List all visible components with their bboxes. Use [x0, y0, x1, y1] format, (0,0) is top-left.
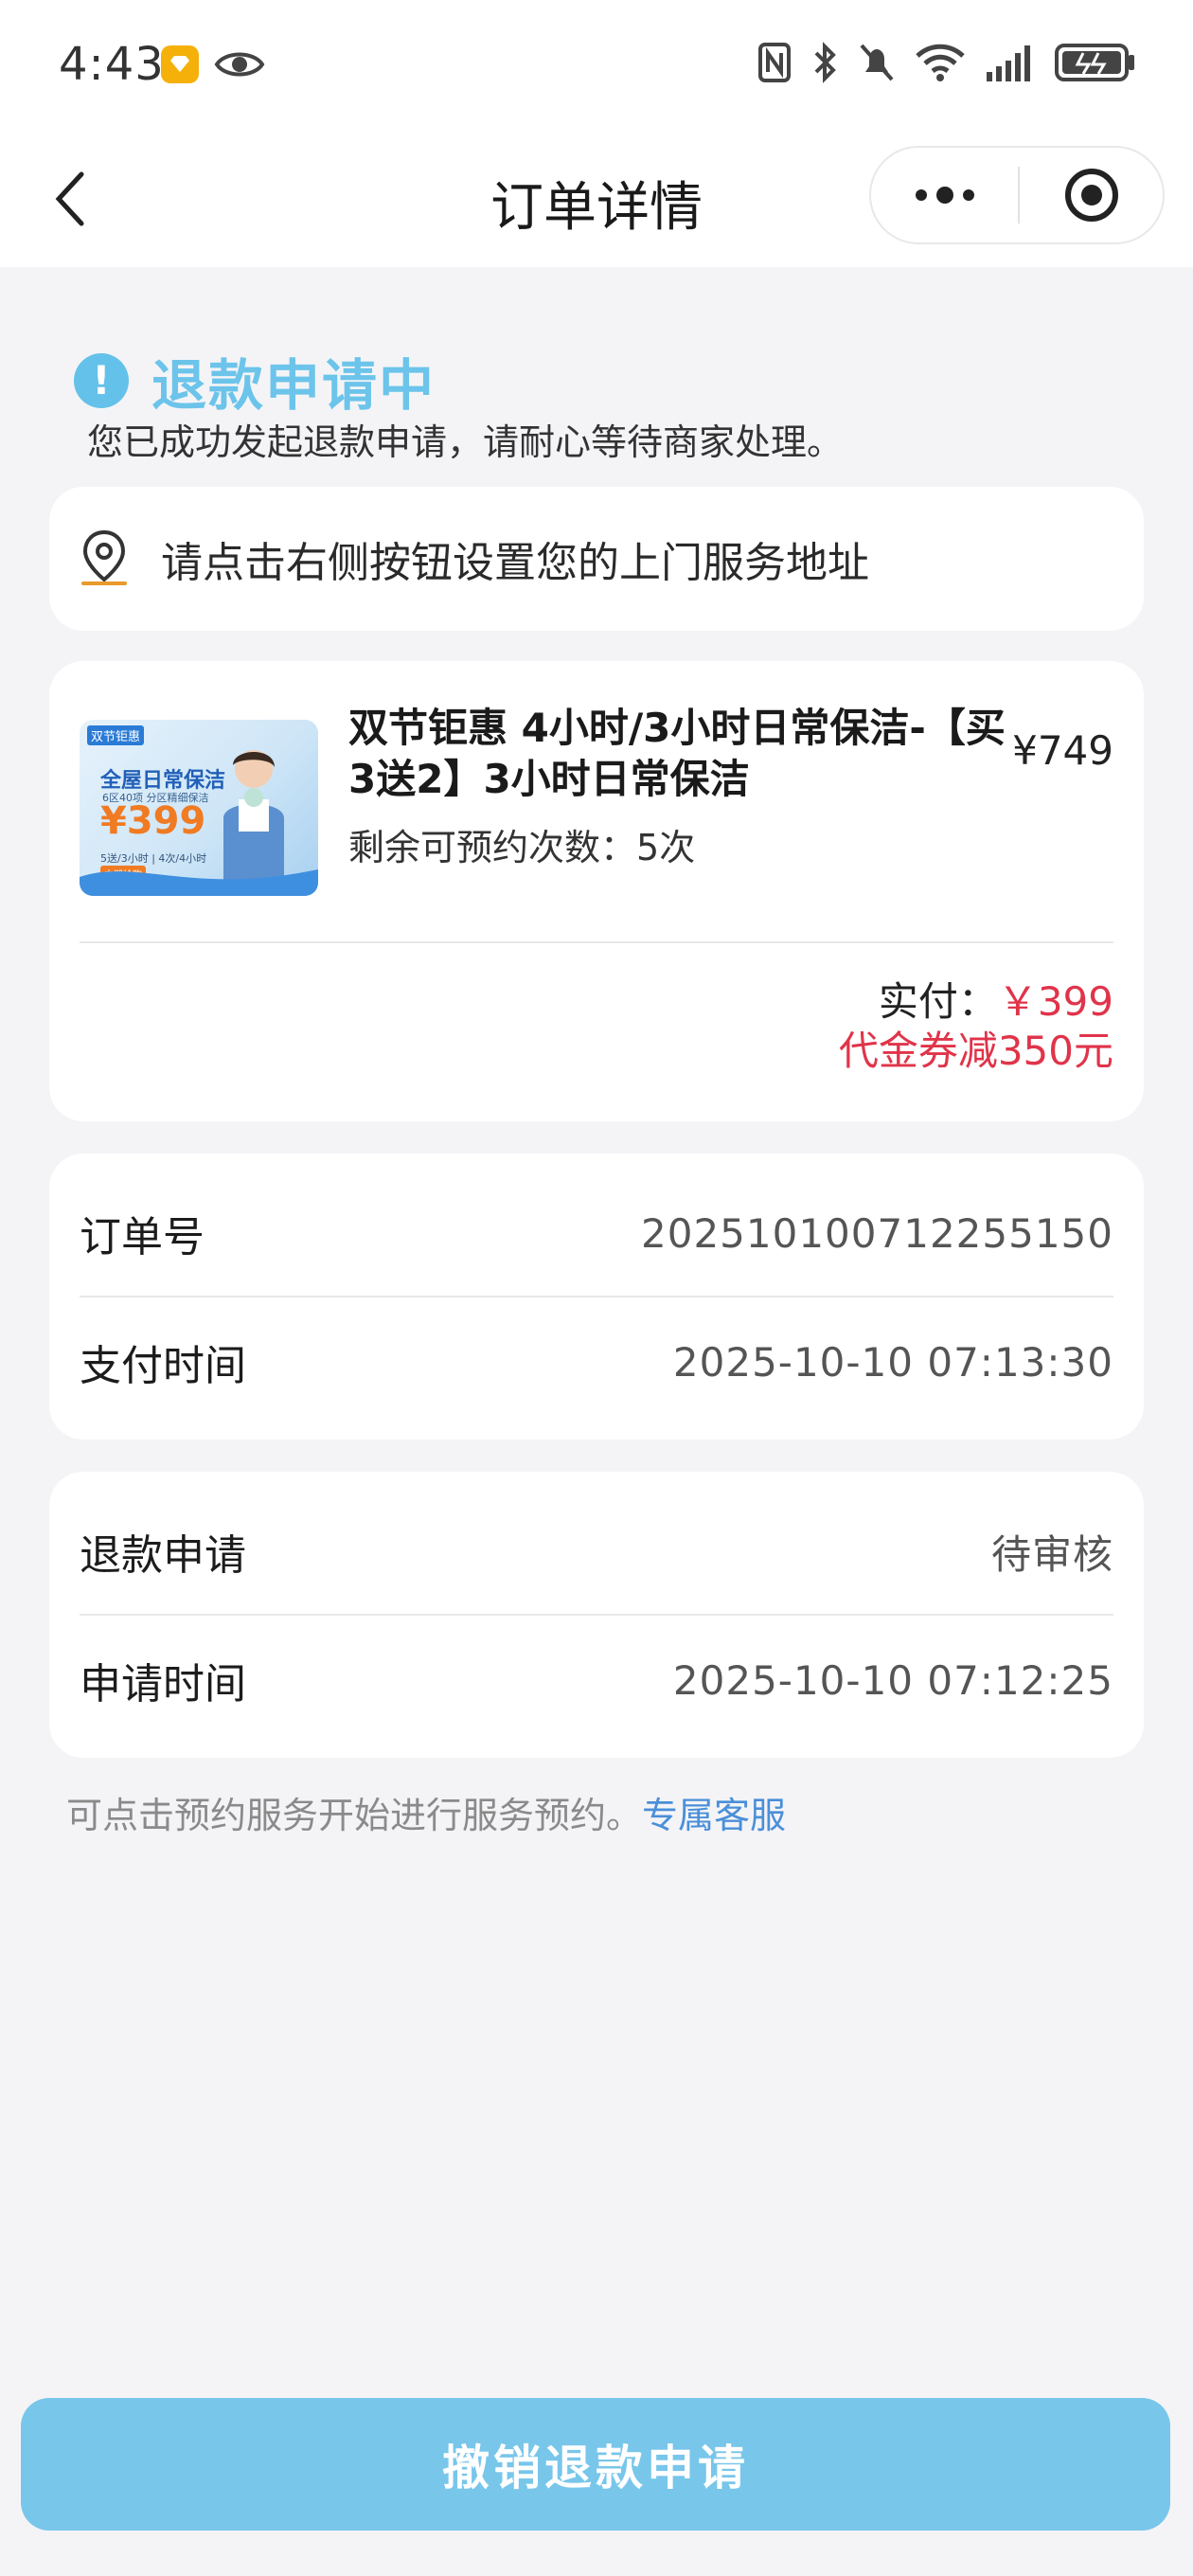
thumb-wave-decoration — [80, 869, 318, 896]
wifi-icon — [916, 44, 965, 81]
pay-time-label: 支付时间 — [80, 1342, 246, 1390]
thumb-price: ¥399 — [100, 799, 206, 843]
mute-bell-icon — [860, 44, 894, 81]
nfc-icon — [758, 43, 791, 82]
coupon-discount: 代金券减350元 — [838, 1028, 1113, 1074]
refund-info-card: 退款申请 待审核 申请时间 2025-10-10 07:12:25 — [49, 1472, 1144, 1758]
target-icon — [1064, 169, 1118, 222]
notification-app-icon — [161, 45, 199, 83]
remaining-value: 5次 — [636, 827, 696, 868]
address-card[interactable]: 请点击右侧按钮设置您的上门服务地址 — [49, 487, 1144, 631]
mini-program-capsule — [869, 146, 1165, 244]
remaining-bookings: 剩余可预约次数：5次 — [348, 818, 695, 870]
product-card: 双节钜惠 全屋日常保洁 6区40项 分区精细保洁 ¥399 5送/3小时 | 4… — [49, 661, 1144, 1121]
product-divider — [80, 941, 1113, 943]
order-number-row: 订单号 202510100712255150 — [80, 1169, 1113, 1297]
refund-status-description: 您已成功发起退款申请，请耐心等待商家处理。 — [87, 421, 844, 463]
status-right-icons — [757, 42, 1136, 83]
cancel-refund-button[interactable]: 撤销退款申请 — [21, 2398, 1170, 2531]
status-time: 4:43 — [59, 38, 165, 91]
pay-time-value: 2025-10-10 07:13:30 — [672, 1338, 1113, 1386]
battery-icon — [1055, 44, 1134, 81]
refund-request-label: 退款申请 — [80, 1531, 246, 1580]
remaining-label: 剩余可预约次数： — [348, 827, 637, 868]
order-number-value[interactable]: 202510100712255150 — [641, 1210, 1113, 1257]
address-prompt: 请点击右侧按钮设置您的上门服务地址 — [161, 539, 869, 587]
apply-time-value: 2025-10-10 07:12:25 — [672, 1656, 1113, 1704]
more-dots-icon — [915, 187, 974, 204]
customer-service-link[interactable]: 专属客服 — [642, 1795, 786, 1836]
bluetooth-icon — [814, 42, 836, 83]
footer-note-text: 可点击预约服务开始进行服务预约。 — [66, 1795, 643, 1836]
apply-time-row: 申请时间 2025-10-10 07:12:25 — [80, 1616, 1113, 1744]
order-number-label: 订单号 — [80, 1213, 205, 1261]
signal-icon — [987, 45, 1030, 81]
paid-label: 实付： — [878, 978, 998, 1025]
refund-status-header: ! 退款申请中 — [74, 341, 436, 420]
paid-value: ￥399 — [997, 978, 1113, 1025]
close-miniprogram-button[interactable] — [1020, 148, 1163, 242]
footer-note: 可点击预约服务开始进行服务预约。专属客服 — [66, 1786, 786, 1838]
status-left-icons — [159, 44, 265, 85]
exclamation-icon: ! — [74, 353, 129, 408]
nav-bar: 订单详情 — [0, 133, 1193, 267]
product-price: ¥749 — [1012, 727, 1113, 774]
page: 4:43 订单详情 ! 退款申请中 您已成功发起退款申请，请耐心等待商家处理。 … — [0, 0, 1193, 2576]
status-bar: 4:43 — [0, 0, 1193, 133]
more-button[interactable] — [871, 148, 1018, 242]
refund-request-status: 待审核 — [990, 1530, 1113, 1578]
product-title[interactable]: 双节钜惠 4小时/3小时日常保洁-【买3送2】3小时日常保洁 — [348, 703, 1030, 805]
product-thumbnail[interactable]: 双节钜惠 全屋日常保洁 6区40项 分区精细保洁 ¥399 5送/3小时 | 4… — [80, 720, 318, 896]
refund-request-row: 退款申请 待审核 — [80, 1487, 1113, 1616]
order-info-card: 订单号 202510100712255150 支付时间 2025-10-10 0… — [49, 1154, 1144, 1440]
location-pin-icon — [81, 529, 127, 585]
pay-time-row: 支付时间 2025-10-10 07:13:30 — [80, 1297, 1113, 1426]
refund-status-title: 退款申请中 — [151, 353, 436, 418]
apply-time-label: 申请时间 — [80, 1660, 246, 1708]
thumb-tag: 双节钜惠 — [87, 725, 145, 745]
eye-icon — [214, 52, 265, 77]
